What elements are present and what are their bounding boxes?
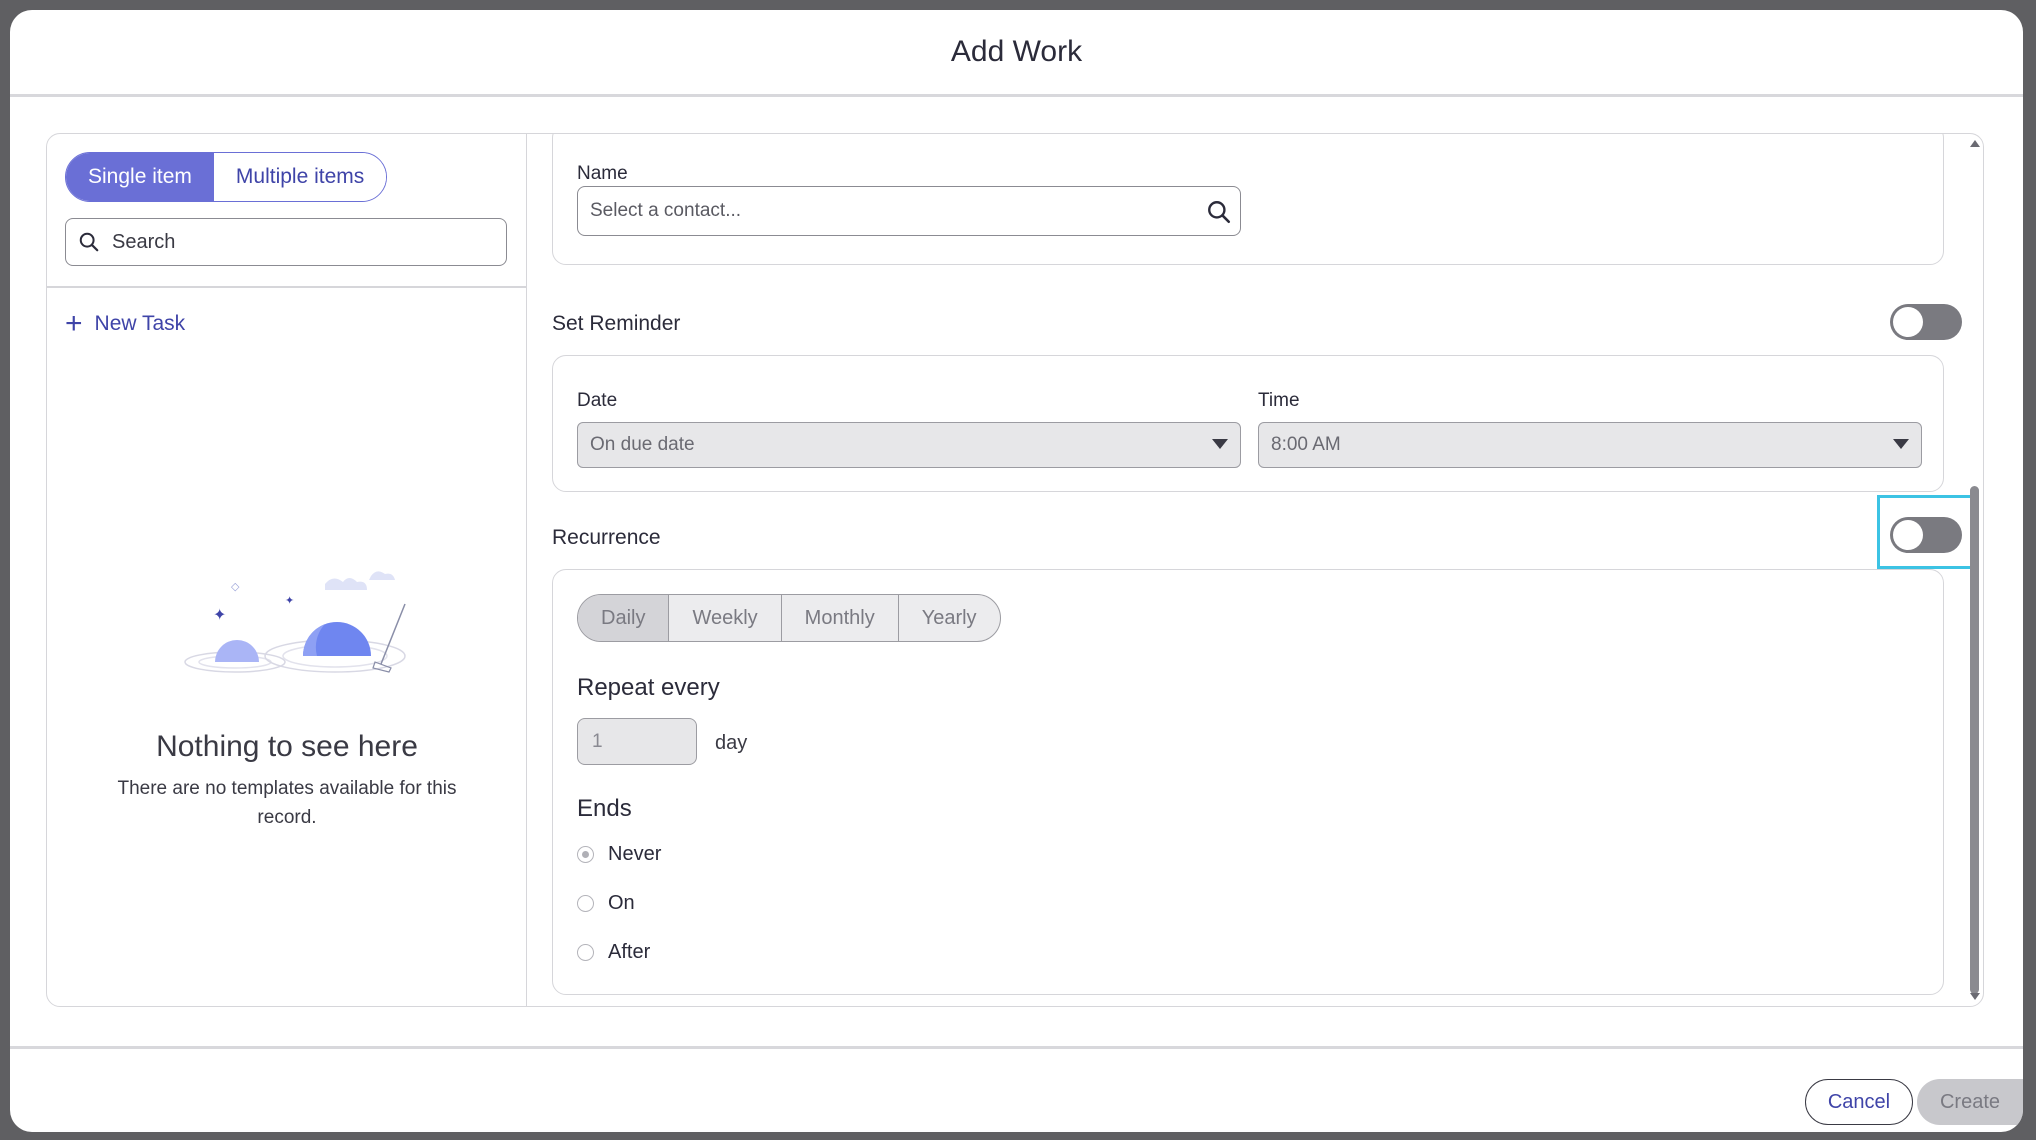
recurrence-label: Recurrence — [552, 526, 661, 549]
mode-toggle: Single item Multiple items — [65, 152, 388, 202]
single-item-tab[interactable]: Single item — [66, 153, 214, 201]
repeat-every-label: Repeat every — [577, 674, 720, 701]
toggle-knob — [1893, 307, 1923, 337]
cancel-button[interactable]: Cancel — [1805, 1079, 1913, 1125]
frequency-monthly[interactable]: Monthly — [782, 595, 899, 641]
add-work-dialog: Add Work Single item Multiple items + Ne… — [10, 10, 2023, 1132]
empty-state-text: There are no templates available for thi… — [117, 778, 457, 828]
caret-down-icon — [1212, 439, 1228, 449]
date-label: Date — [577, 390, 618, 411]
radio-button[interactable] — [577, 895, 594, 912]
caret-down-icon — [1893, 439, 1909, 449]
dialog-header: Add Work — [10, 10, 2023, 97]
ends-label: Ends — [577, 795, 632, 822]
frequency-yearly[interactable]: Yearly — [899, 595, 1000, 641]
repeat-every-input[interactable]: 1 — [577, 718, 697, 765]
templates-pane: Single item Multiple items + New Task — [47, 134, 527, 1006]
time-select-value: 8:00 AM — [1271, 434, 1341, 455]
template-search-input[interactable] — [112, 230, 472, 254]
new-task-button[interactable]: + New Task — [65, 309, 185, 339]
scroll-down-arrow-icon[interactable] — [1970, 993, 1980, 1000]
ends-on-option[interactable]: On — [577, 892, 635, 915]
create-button[interactable]: Create — [1917, 1079, 2023, 1125]
dialog-title: Add Work — [950, 35, 1083, 68]
contact-selector[interactable] — [577, 186, 1241, 236]
frequency-selector: Daily Weekly Monthly Yearly — [577, 594, 1001, 642]
ends-never-label: Never — [608, 843, 662, 865]
dialog-footer: Cancel Create — [10, 1046, 2023, 1132]
recurrence-card: Daily Weekly Monthly Yearly Repeat every… — [552, 569, 1944, 995]
date-select-value: On due date — [590, 434, 695, 455]
time-select[interactable]: 8:00 AM — [1258, 422, 1922, 468]
ends-never-option[interactable]: Never — [577, 843, 661, 866]
empty-state-illustration: ✦ ✦ ◇ — [175, 564, 425, 689]
ends-after-option[interactable]: After — [577, 941, 650, 964]
contact-input[interactable] — [590, 200, 1190, 222]
radio-button[interactable] — [577, 846, 594, 863]
task-form: Name Set Reminder Date — [528, 134, 1983, 1006]
form-scrollbar[interactable] — [1966, 134, 1983, 1006]
svg-text:✦: ✦ — [285, 594, 294, 607]
ends-on-label: On — [608, 892, 635, 914]
new-task-label: New Task — [94, 312, 186, 335]
reminder-card: Date On due date Time 8:00 AM — [552, 355, 1944, 492]
plus-icon: + — [65, 307, 83, 340]
name-label: Name — [577, 163, 628, 184]
name-card: Name — [552, 134, 1944, 265]
empty-state-title: Nothing to see here — [156, 730, 418, 763]
left-divider — [47, 286, 526, 288]
repeat-unit: day — [715, 732, 748, 754]
ends-after-label: After — [608, 941, 651, 963]
date-select[interactable]: On due date — [577, 422, 1241, 468]
template-search[interactable] — [65, 218, 507, 266]
svg-text:✦: ✦ — [213, 605, 226, 624]
search-icon[interactable] — [1206, 199, 1232, 230]
radio-button[interactable] — [577, 944, 594, 961]
multiple-items-tab[interactable]: Multiple items — [213, 153, 387, 201]
search-icon — [79, 232, 99, 252]
frequency-daily[interactable]: Daily — [578, 595, 670, 641]
set-reminder-label: Set Reminder — [552, 312, 681, 335]
time-label: Time — [1258, 390, 1300, 411]
focus-highlight — [1877, 495, 1973, 569]
dialog-body: Single item Multiple items + New Task — [46, 133, 1984, 1007]
reminder-toggle[interactable] — [1890, 304, 1962, 340]
svg-text:◇: ◇ — [231, 580, 240, 593]
frequency-weekly[interactable]: Weekly — [669, 595, 782, 641]
scroll-up-arrow-icon[interactable] — [1970, 140, 1980, 147]
scrollbar-thumb[interactable] — [1970, 486, 1979, 994]
